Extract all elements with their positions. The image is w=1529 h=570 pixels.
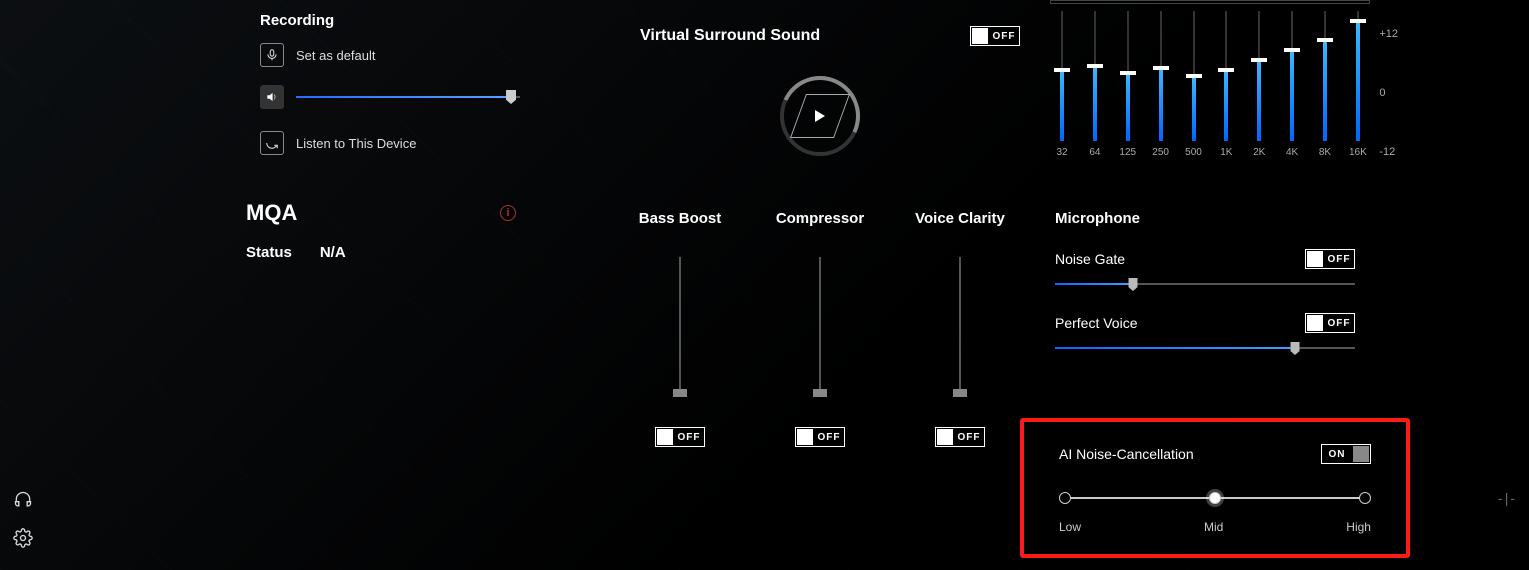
sidebar [0,490,46,570]
noise-gate-label: Noise Gate [1055,251,1125,267]
ai-step-high[interactable] [1359,492,1371,504]
listen-label: Listen to This Device [296,136,416,151]
eq-band-250[interactable]: 250 [1151,11,1171,158]
effect-compressor: Compressor OFF [755,210,885,447]
ai-level-low: Low [1059,520,1081,534]
effect-label: Bass Boost [639,210,722,227]
ai-nc-slider[interactable] [1059,490,1371,506]
ai-nc-label: AI Noise-Cancellation [1059,446,1194,462]
eq-band-125[interactable]: 125 [1118,11,1138,158]
set-default-row[interactable]: Set as default [260,43,520,67]
effect-slider[interactable] [959,257,961,397]
ai-level-mid: Mid [1204,520,1223,534]
loop-icon [260,131,284,155]
effect-label: Voice Clarity [915,210,1005,227]
effect-toggle[interactable]: OFF [655,427,705,447]
eq-preset-box[interactable] [1050,0,1370,4]
ai-noise-cancellation-box: AI Noise-Cancellation ON Low Mid High [1020,418,1410,558]
microphone-section: Microphone Noise Gate OFF Perfect Voice … [1055,210,1355,377]
listen-device-row[interactable]: Listen to This Device [260,131,520,155]
vss-title: Virtual Surround Sound [640,27,820,45]
effect-label: Compressor [776,210,864,227]
ai-nc-toggle[interactable]: ON [1321,444,1371,464]
effect-slider[interactable] [679,257,681,397]
effects-row: Bass Boost OFF Compressor OFF Voice Clarity O… [610,210,1030,447]
effect-bass-boost: Bass Boost OFF [615,210,745,447]
vss-section: Virtual Surround Sound OFF [610,26,1030,156]
accent-mark: -|- [1498,490,1517,506]
equalizer-section: +12 0 -12 32641252505001K2K4K8K16K [1050,0,1370,158]
recording-volume-row [260,85,520,109]
perfect-voice-slider[interactable] [1055,347,1355,349]
microphone-icon [260,43,284,67]
eq-band-4K[interactable]: 4K [1282,11,1302,158]
play-icon [815,110,825,122]
gear-icon[interactable] [13,528,33,548]
recording-volume-slider[interactable] [296,96,520,98]
perfect-voice-row: Perfect Voice OFF [1055,313,1355,349]
perfect-voice-label: Perfect Voice [1055,315,1138,331]
headset-icon[interactable] [13,490,33,510]
recording-section: Recording Set as default Listen to This … [260,12,520,173]
eq-band-64[interactable]: 64 [1085,11,1105,158]
eq-band-16K[interactable]: 16K [1348,11,1368,158]
eq-band-32[interactable]: 32 [1052,11,1072,158]
effect-voice-clarity: Voice Clarity OFF [895,210,1025,447]
ai-level-high: High [1346,520,1371,534]
vss-toggle[interactable]: OFF [970,26,1020,46]
mqa-title: MQA [246,200,297,226]
ai-step-low[interactable] [1059,492,1071,504]
noise-gate-toggle[interactable]: OFF [1305,249,1355,269]
eq-band-1K[interactable]: 1K [1216,11,1236,158]
mqa-status-label: Status [246,244,292,261]
eq-band-500[interactable]: 500 [1184,11,1204,158]
set-default-label: Set as default [296,48,376,63]
microphone-title: Microphone [1055,210,1355,227]
perfect-voice-toggle[interactable]: OFF [1305,313,1355,333]
effect-toggle[interactable]: OFF [795,427,845,447]
eq-band-2K[interactable]: 2K [1249,11,1269,158]
vss-dial[interactable] [780,76,860,156]
eq-scale: +12 0 -12 [1379,28,1398,158]
noise-gate-row: Noise Gate OFF [1055,249,1355,285]
effect-toggle[interactable]: OFF [935,427,985,447]
mqa-status-value: N/A [320,244,346,261]
ai-step-mid[interactable] [1209,492,1221,504]
eq-band-8K[interactable]: 8K [1315,11,1335,158]
effect-slider[interactable] [819,257,821,397]
mqa-section: MQA i Status N/A [246,200,516,261]
info-icon[interactable]: i [500,205,516,221]
noise-gate-slider[interactable] [1055,283,1355,285]
speaker-icon [260,85,284,109]
recording-title: Recording [260,12,520,29]
